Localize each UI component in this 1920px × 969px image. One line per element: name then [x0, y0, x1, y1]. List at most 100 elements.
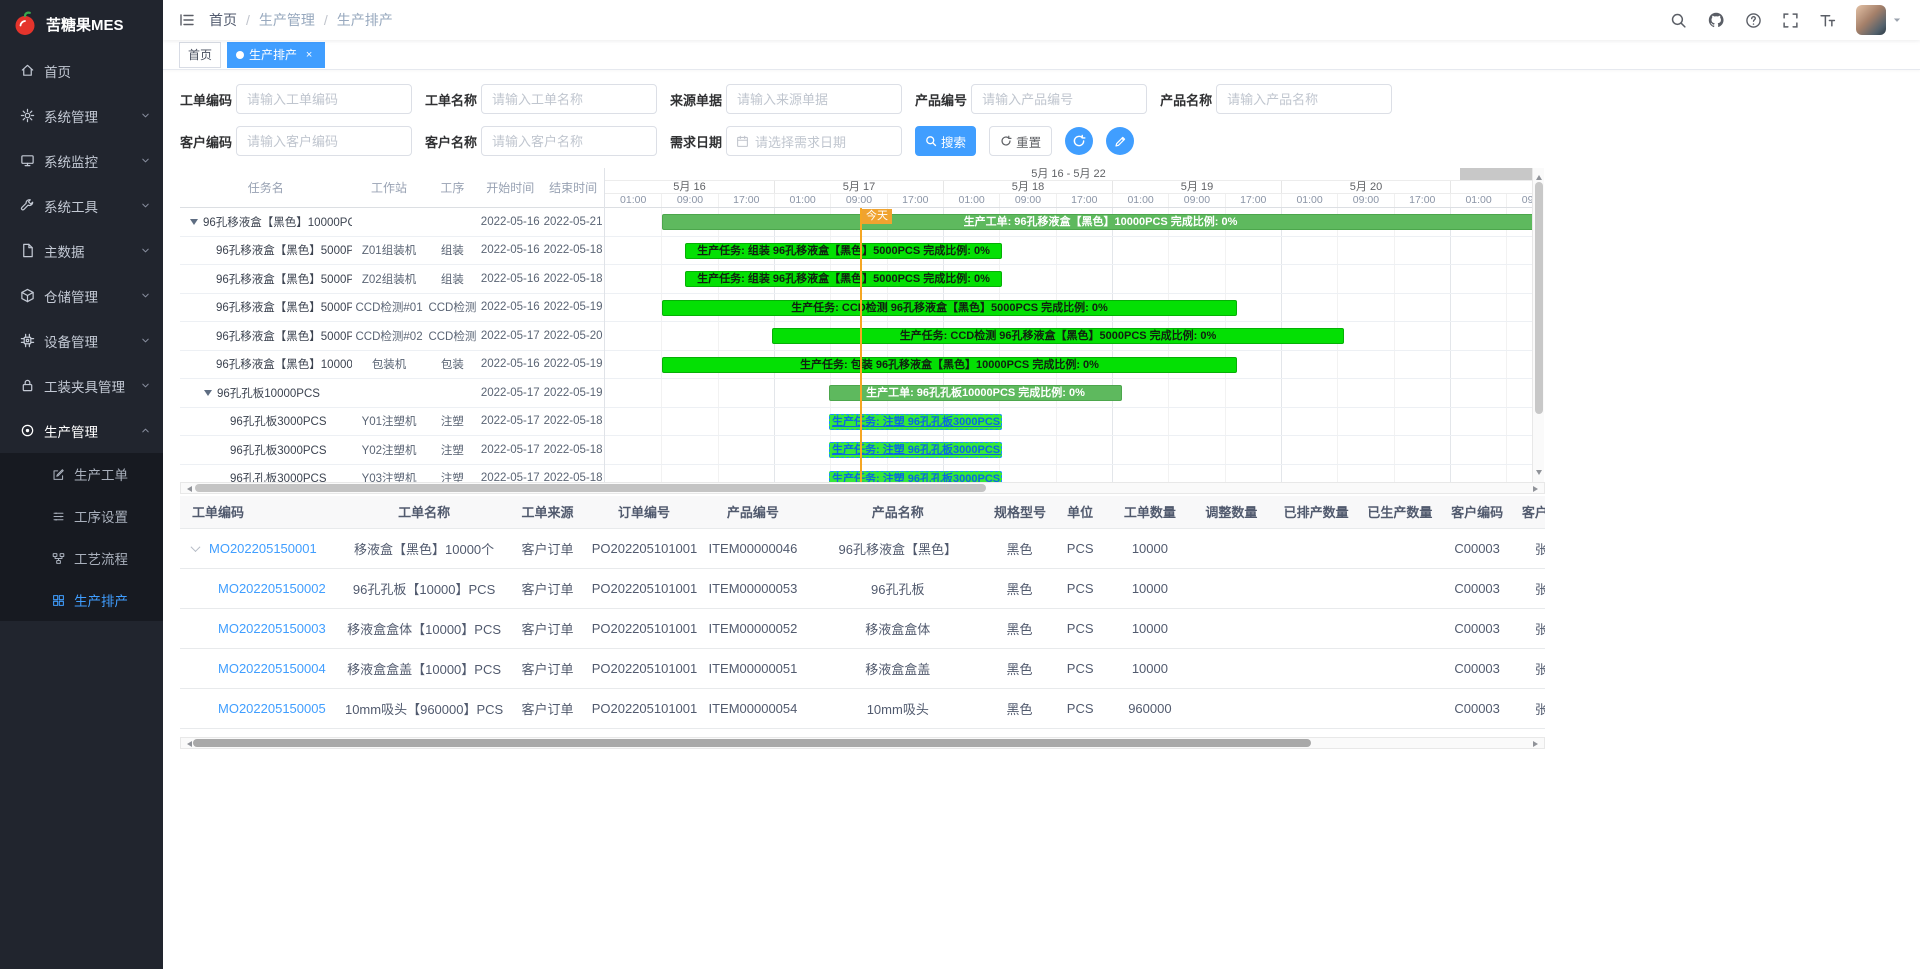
- sidebar-subitem-process[interactable]: 工序设置: [0, 495, 163, 537]
- sidebar-item-tools[interactable]: 系统工具: [0, 183, 163, 228]
- gantt-task-row[interactable]: 96孔移液盒【黑色】5000PCSZ02组装机组装2022-05-162022-…: [180, 265, 604, 294]
- sidebar-subitem-schedule[interactable]: 生产排产: [0, 579, 163, 621]
- scroll-left-icon[interactable]: [184, 741, 192, 747]
- sidebar-item-document[interactable]: 主数据: [0, 228, 163, 273]
- tab-home[interactable]: 首页: [179, 42, 221, 68]
- orders-column-header[interactable]: 工单来源: [507, 496, 587, 528]
- orders-column-header[interactable]: 客户名称: [1513, 496, 1545, 528]
- scroll-up-icon[interactable]: [1536, 172, 1542, 180]
- gantt-task-row[interactable]: 96孔移液盒【黑色】10000PCS2022-05-162022-05-21: [180, 208, 604, 237]
- navbar-search-button[interactable]: [1670, 12, 1687, 29]
- sidebar-subitem-workorder[interactable]: 生产工单: [0, 453, 163, 495]
- orders-column-header[interactable]: 已排产数量: [1274, 496, 1358, 528]
- filter-input[interactable]: [481, 84, 657, 114]
- orders-column-header[interactable]: 已生产数量: [1358, 496, 1442, 528]
- order-row[interactable]: MO202205150004移液盒盒盖【10000】PCS客户订单PO20220…: [180, 648, 1545, 688]
- hamburger-icon[interactable]: [179, 12, 195, 28]
- gantt-task-row[interactable]: 96孔孔板3000PCSY03注塑机注塑2022-05-172022-05-18: [180, 465, 604, 483]
- workorder-link[interactable]: MO202205150004: [218, 661, 326, 676]
- gantt-bar[interactable]: 生产任务: 组装 96孔移液盒【黑色】5000PCS 完成比例: 0%: [685, 271, 1002, 287]
- gantt-task-row[interactable]: 96孔移液盒【黑色】5000PCSCCD检测#02CCD检测2022-05-17…: [180, 322, 604, 351]
- orders-column-header[interactable]: 规格型号: [990, 496, 1049, 528]
- orders-column-header[interactable]: 工单编码: [180, 496, 341, 528]
- demand-date-input[interactable]: 请选择需求日期: [726, 126, 902, 156]
- search-button[interactable]: 搜索: [915, 126, 976, 156]
- scrollbar-thumb[interactable]: [195, 484, 986, 492]
- scroll-right-icon[interactable]: [1533, 741, 1541, 747]
- app-logo[interactable]: 苦糖果MES: [0, 0, 163, 48]
- gantt-bar[interactable]: 生产任务: CCD检测 96孔移液盒【黑色】5000PCS 完成比例: 0%: [662, 300, 1237, 316]
- gantt-bar[interactable]: 生产工单: 96孔孔板10000PCS 完成比例: 0%: [829, 385, 1122, 401]
- gantt-bar[interactable]: 生产任务: 注塑 96孔孔板3000PCS 完成比例: 0%: [829, 414, 1002, 430]
- gantt-task-row[interactable]: 96孔移液盒【黑色】5000PCSZ01组装机组装2022-05-162022-…: [180, 237, 604, 266]
- orders-column-header[interactable]: 客户编码: [1442, 496, 1513, 528]
- edit-circle-button[interactable]: [1106, 127, 1134, 155]
- filter-input[interactable]: [971, 84, 1147, 114]
- breadcrumb-item[interactable]: 生产管理: [259, 10, 315, 30]
- filter-input[interactable]: [726, 84, 902, 114]
- avatar[interactable]: [1856, 5, 1886, 35]
- workorder-link[interactable]: MO202205150003: [218, 621, 326, 636]
- order-row[interactable]: MO20220515000510mm吸头【960000】PCS客户订单PO202…: [180, 688, 1545, 728]
- filter-input[interactable]: [236, 84, 412, 114]
- order-row[interactable]: MO202205150003移液盒盒体【10000】PCS客户订单PO20220…: [180, 608, 1545, 648]
- workorder-link[interactable]: MO202205150002: [218, 581, 326, 596]
- scroll-down-icon[interactable]: [1536, 470, 1542, 478]
- orders-column-header[interactable]: 订单编号: [588, 496, 701, 528]
- gantt-task-row[interactable]: 96孔移液盒【黑色】5000PCSCCD检测#01CCD检测2022-05-16…: [180, 294, 604, 323]
- sidebar-subitem-flow[interactable]: 工艺流程: [0, 537, 163, 579]
- reset-button[interactable]: 重置: [989, 126, 1052, 156]
- expand-caret-icon[interactable]: [191, 542, 201, 552]
- gantt-task-row[interactable]: 96孔移液盒【黑色】10000PCS包装机包装2022-05-162022-05…: [180, 351, 604, 380]
- sidebar-item-lock[interactable]: 工装夹具管理: [0, 363, 163, 408]
- font-size-button[interactable]: [1819, 12, 1836, 29]
- gantt-bar[interactable]: 生产任务: 包装 96孔移液盒【黑色】10000PCS 完成比例: 0%: [662, 357, 1237, 373]
- workorder-link[interactable]: MO202205150001: [209, 541, 317, 556]
- workorder-link[interactable]: MO202205150005: [218, 701, 326, 716]
- scrollbar-thumb[interactable]: [193, 739, 1311, 747]
- github-button[interactable]: [1707, 11, 1725, 29]
- sidebar-item-gear[interactable]: 系统管理: [0, 93, 163, 138]
- filter-input[interactable]: [236, 126, 412, 156]
- gantt-vertical-scrollbar[interactable]: [1532, 168, 1544, 482]
- tab-close-icon[interactable]: [302, 48, 316, 62]
- gantt-bar[interactable]: 生产工单: 96孔移液盒【黑色】10000PCS 完成比例: 0%: [662, 214, 1532, 230]
- help-button[interactable]: [1745, 12, 1762, 29]
- order-cell: C00003: [1442, 688, 1513, 728]
- orders-column-header[interactable]: 工单数量: [1111, 496, 1188, 528]
- filter-input[interactable]: [481, 126, 657, 156]
- orders-horizontal-scrollbar[interactable]: [180, 737, 1545, 749]
- user-menu[interactable]: [1856, 5, 1902, 35]
- collapse-caret-icon[interactable]: [204, 390, 212, 400]
- tab-production-schedule[interactable]: 生产排产: [227, 42, 325, 68]
- orders-column-header[interactable]: 工单名称: [341, 496, 507, 528]
- gantt-task-row[interactable]: 96孔孔板10000PCS2022-05-172022-05-19: [180, 379, 604, 408]
- scrollbar-thumb[interactable]: [1535, 182, 1543, 414]
- orders-column-header[interactable]: 产品名称: [806, 496, 991, 528]
- gantt-task-row[interactable]: 96孔孔板3000PCSY02注塑机注塑2022-05-172022-05-18: [180, 436, 604, 465]
- gantt-bar[interactable]: 生产任务: 组装 96孔移液盒【黑色】5000PCS 完成比例: 0%: [685, 243, 1002, 259]
- orders-column-header[interactable]: 调整数量: [1189, 496, 1275, 528]
- sidebar-item-production[interactable]: 生产管理: [0, 408, 163, 453]
- sidebar-item-home[interactable]: 首页: [0, 48, 163, 93]
- refresh-circle-button[interactable]: [1065, 127, 1093, 155]
- fullscreen-button[interactable]: [1782, 12, 1799, 29]
- sidebar-item-monitor[interactable]: 系统监控: [0, 138, 163, 183]
- breadcrumb-item[interactable]: 首页: [209, 10, 237, 30]
- order-row[interactable]: MO20220515000296孔孔板【10000】PCS客户订单PO20220…: [180, 568, 1545, 608]
- gantt-task-row[interactable]: 96孔孔板3000PCSY01注塑机注塑2022-05-172022-05-18: [180, 408, 604, 437]
- filter-input[interactable]: [1216, 84, 1392, 114]
- scroll-left-icon[interactable]: [184, 486, 192, 492]
- orders-column-header[interactable]: 产品编号: [700, 496, 805, 528]
- collapse-caret-icon[interactable]: [190, 219, 198, 229]
- breadcrumb-item[interactable]: 生产排产: [337, 10, 393, 30]
- orders-column-header[interactable]: 单位: [1049, 496, 1111, 528]
- gantt-bar[interactable]: 生产任务: 注塑 96孔孔板3000PCS 完成比例: 0%: [829, 442, 1002, 458]
- scroll-right-icon[interactable]: [1533, 486, 1541, 492]
- sidebar-item-device[interactable]: 设备管理: [0, 318, 163, 363]
- gantt-horizontal-scrollbar[interactable]: [180, 482, 1545, 494]
- gantt-bar[interactable]: 生产任务: 注塑 96孔孔板3000PCS 完成比例: 0%: [829, 471, 1002, 483]
- gantt-bar[interactable]: 生产任务: CCD检测 96孔移液盒【黑色】5000PCS 完成比例: 0%: [772, 328, 1344, 344]
- order-row[interactable]: MO202205150001移液盒【黑色】10000个客户订单PO2022051…: [180, 528, 1545, 568]
- sidebar-item-warehouse[interactable]: 仓储管理: [0, 273, 163, 318]
